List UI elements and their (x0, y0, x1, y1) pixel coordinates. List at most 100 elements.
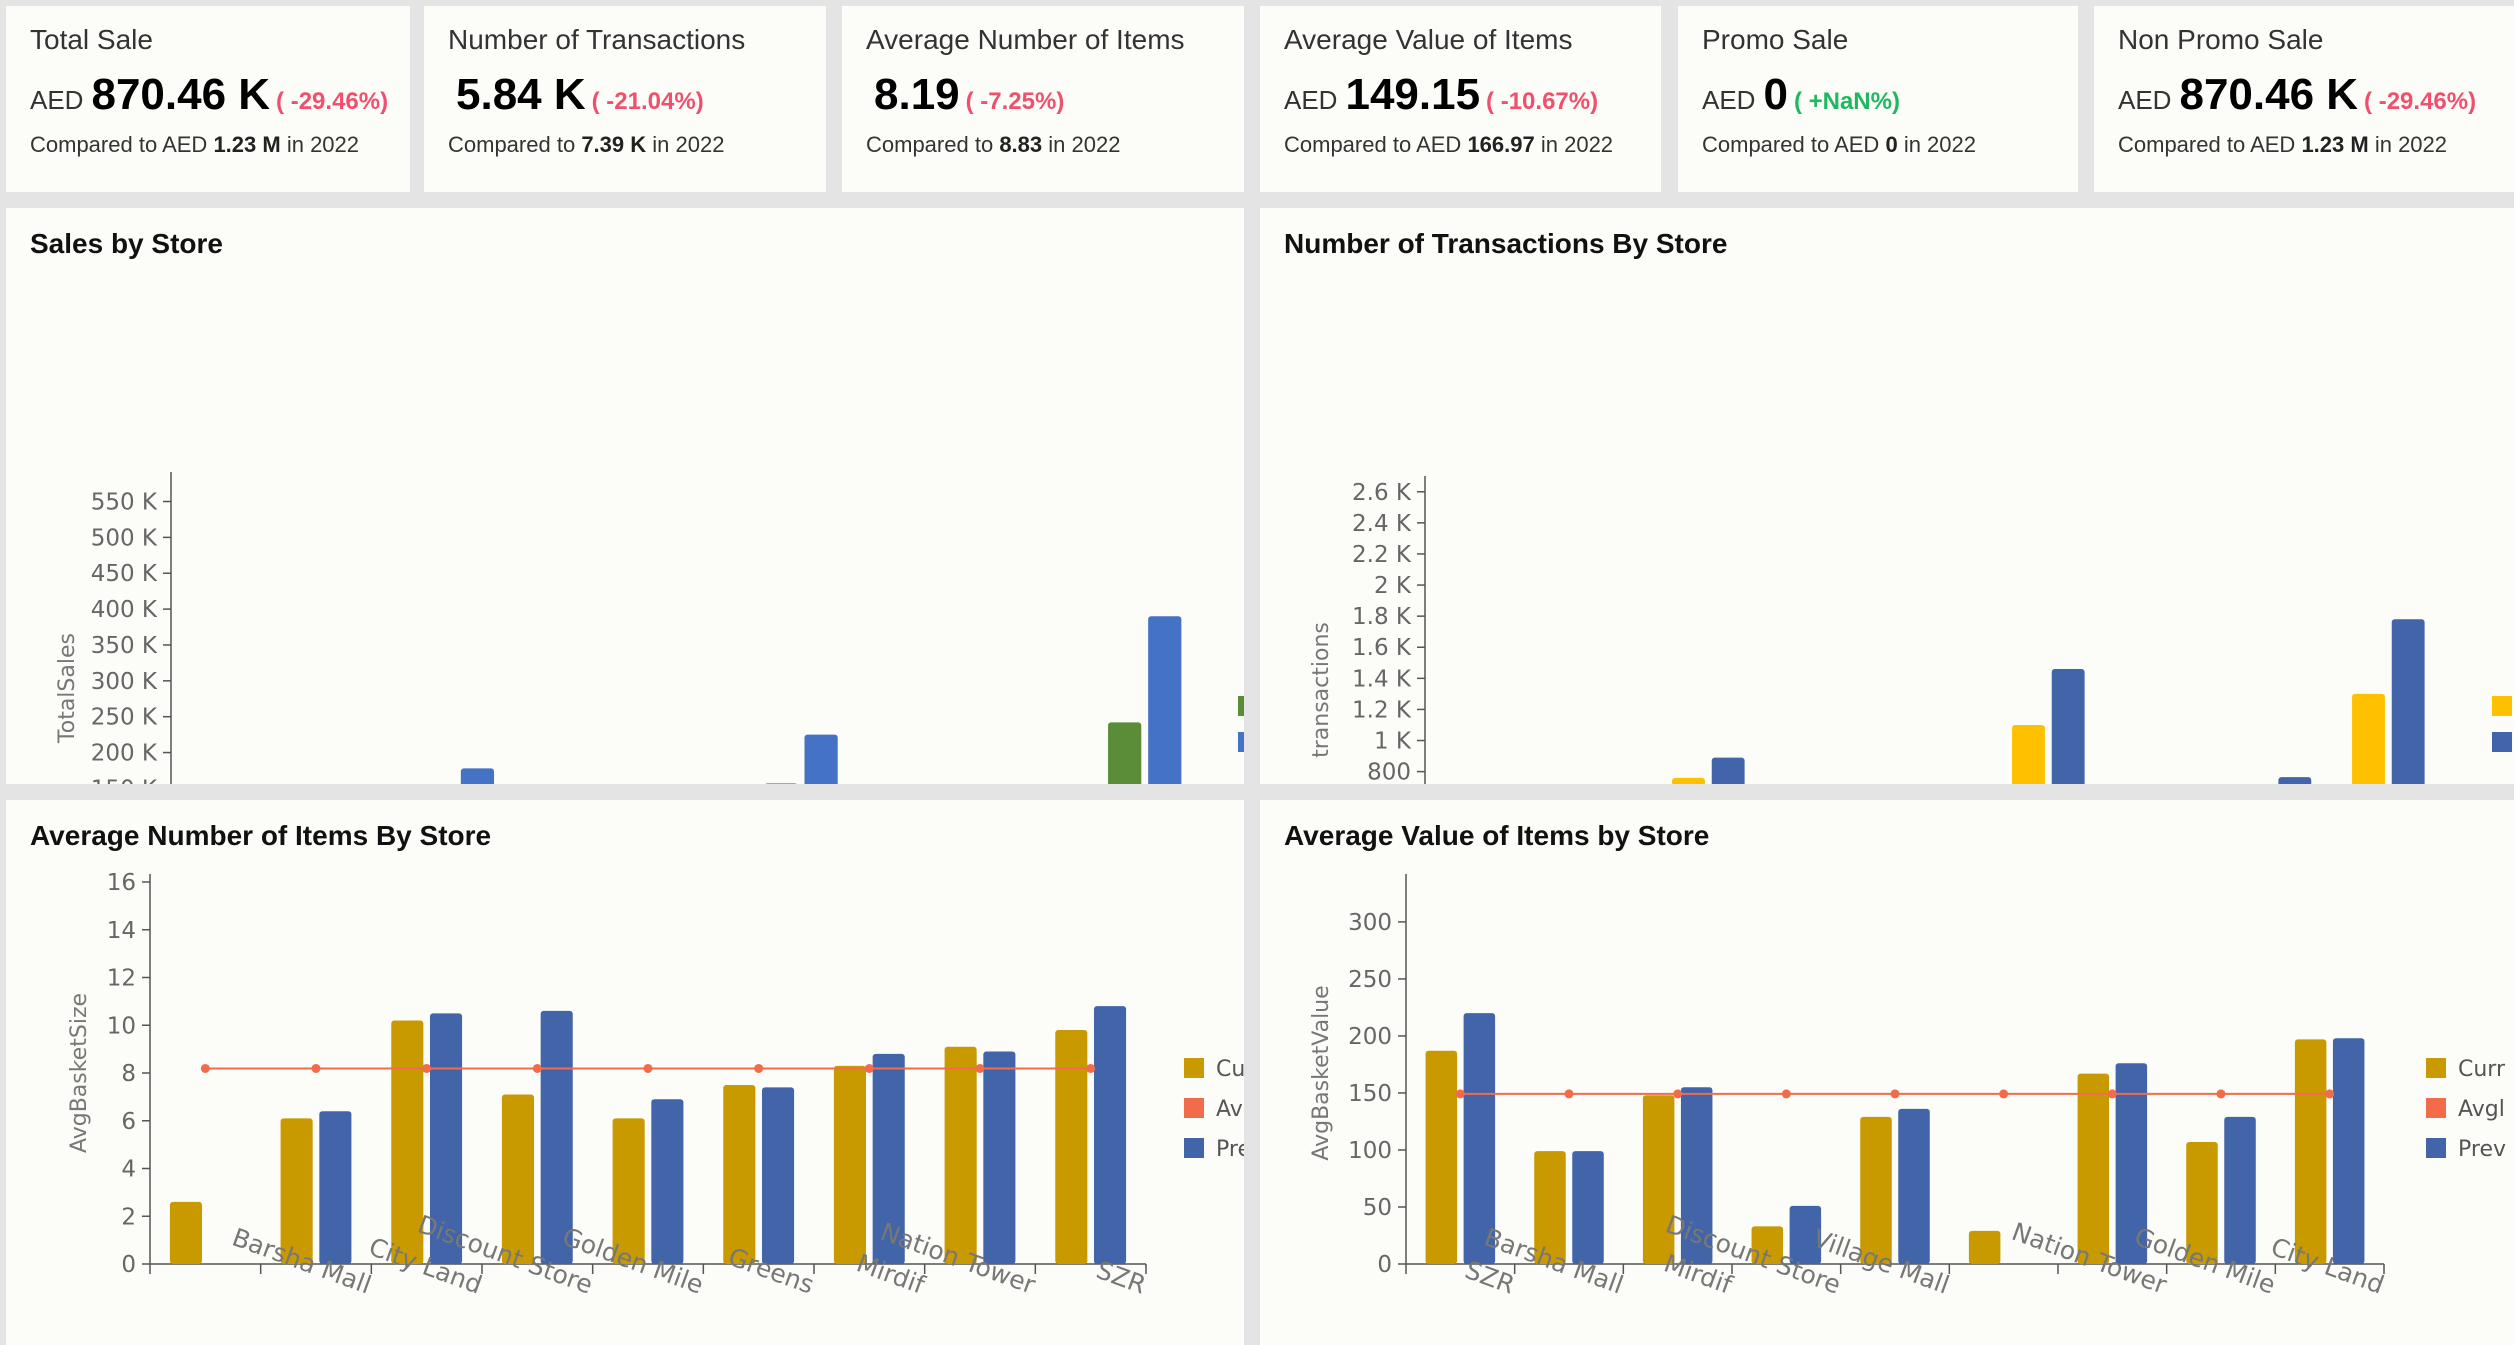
kpi-compare-year: in 2022 (286, 132, 360, 157)
bar-previous (1093, 1006, 1127, 1264)
kpi-card-non-promo-sale: Non Promo Sale AED 870.46 K( -29.46%) Compa… (2094, 6, 2514, 192)
y-tick-label: 150 K (91, 776, 158, 784)
average-point (532, 1063, 542, 1073)
bar-current (2352, 693, 2385, 784)
y-tick-label: 500 K (91, 525, 158, 551)
legend-swatch (1238, 732, 1244, 752)
y-axis-label: AvgBasketValue (1309, 985, 1334, 1160)
bar-previous (1711, 757, 1745, 784)
bar-current (1055, 1030, 1088, 1264)
legend-swatch (1238, 696, 1244, 716)
kpi-currency: AED (30, 85, 84, 115)
average-point (2325, 1089, 2335, 1099)
kpi-change: ( -29.46%) (2364, 88, 2477, 115)
y-tick-label: 300 K (91, 669, 158, 695)
bar-current (765, 783, 797, 784)
average-point (643, 1063, 653, 1073)
kpi-title: Promo Sale (1702, 24, 1849, 55)
bar-previous (761, 1087, 795, 1264)
kpi-compare-label: Compared to AED (1702, 132, 1880, 157)
x-tick-label: City Land (2267, 1232, 2388, 1300)
bar-current (2012, 724, 2045, 784)
kpi-compare-label: Compared to (866, 132, 994, 157)
average-point (754, 1063, 764, 1073)
y-tick-label: 2.6 K (1352, 480, 1412, 506)
x-tick-label: SZR (1093, 1255, 1150, 1299)
y-tick-label: 200 K (91, 741, 158, 767)
y-tick-label: 8 (121, 1061, 136, 1087)
average-point (1673, 1089, 1683, 1099)
y-tick-label: 2.4 K (1352, 511, 1412, 537)
y-tick-label: 100 (1348, 1138, 1392, 1164)
y-tick-label: 2 K (1374, 573, 1412, 599)
y-tick-label: 2 (121, 1204, 136, 1230)
kpi-compare-label: Compared to (448, 132, 576, 157)
y-tick-label: 10 (107, 1013, 136, 1039)
y-tick-label: 0 (121, 1252, 136, 1278)
average-point (975, 1063, 985, 1073)
kpi-currency: AED (1702, 85, 1756, 115)
bar-current (1108, 722, 1142, 784)
avg-items-by-store-chart: 0246810121416AvgBasketSizeBarsha MallCit… (67, 870, 1244, 1300)
y-tick-label: 12 (107, 966, 136, 992)
kpi-compare-value: 1.23 M (2301, 132, 2369, 157)
kpi-compare-value: 8.83 (999, 132, 1043, 157)
kpi-compare-label: Compared to AED (30, 132, 208, 157)
bar-previous (1572, 1151, 1604, 1264)
kpi-compare-value: 166.97 (1467, 132, 1535, 157)
bar-previous (460, 768, 495, 784)
average-point (1890, 1089, 1900, 1099)
legend-label: Avgl (2458, 1097, 2505, 1122)
y-axis-label: TotalSales (55, 633, 80, 744)
y-tick-label: 300 (1348, 910, 1392, 936)
kpi-card-transactions: Number of Transactions 5.84 K( -21.04%) Co… (424, 6, 826, 192)
legend-swatch (2492, 732, 2512, 752)
kpi-change: ( -21.04%) (591, 88, 704, 115)
legend-swatch (1184, 1058, 1204, 1078)
bar-previous (2278, 777, 2312, 784)
y-tick-label: 14 (107, 918, 136, 944)
transactions-by-store-chart: 02004006008001 K1.2 K1.4 K1.6 K1.8 K2 K2… (1309, 476, 2512, 784)
y-tick-label: 1.2 K (1352, 697, 1412, 723)
bar-current (723, 1084, 756, 1264)
average-point (864, 1063, 874, 1073)
sales-by-store-panel: Sales by Store 050 K100 K150 K200 K250 K… (6, 208, 1244, 784)
y-tick-label: 4 (121, 1157, 136, 1183)
legend-label: Av (1216, 1097, 1243, 1122)
kpi-value: 0 (1763, 70, 1788, 119)
average-point (1564, 1089, 1574, 1099)
bar-current (2077, 1073, 2110, 1264)
y-tick-label: 800 (1367, 760, 1411, 784)
y-tick-label: 6 (121, 1109, 136, 1135)
y-tick-label: 16 (107, 870, 136, 896)
kpi-compare-value: 0 (1885, 132, 1898, 157)
kpi-title: Average Number of Items (866, 24, 1185, 55)
kpi-value: 870.46 K (91, 70, 271, 119)
bar-previous (1148, 616, 1182, 784)
kpi-compare-value: 1.23 M (213, 132, 281, 157)
average-point (1781, 1089, 1791, 1099)
kpi-card-avg-items: Average Number of Items 8.19( -7.25%) Comp… (842, 6, 1244, 192)
bar-previous (2051, 669, 2085, 784)
y-tick-label: 1 K (1374, 729, 1412, 755)
kpi-value: 149.15 (1345, 70, 1481, 119)
legend-swatch (2426, 1138, 2446, 1158)
legend-swatch (1184, 1138, 1204, 1158)
legend-swatch (2426, 1058, 2446, 1078)
kpi-compare-value: 7.39 K (581, 132, 647, 157)
bar-current (169, 1201, 203, 1264)
y-axis-label: transactions (1309, 622, 1334, 758)
y-tick-label: 50 (1363, 1195, 1392, 1221)
sales-by-store-chart: 050 K100 K150 K200 K250 K300 K350 K400 K… (55, 472, 1244, 784)
average-point (1455, 1089, 1465, 1099)
bar-previous (1898, 1108, 1930, 1264)
average-point (1086, 1063, 1096, 1073)
kpi-title: Total Sale (30, 24, 153, 55)
y-tick-label: 250 (1348, 967, 1392, 993)
kpi-title: Non Promo Sale (2118, 24, 2324, 55)
average-point (1999, 1089, 2009, 1099)
legend-swatch (2426, 1098, 2446, 1118)
y-tick-label: 400 K (91, 597, 158, 623)
x-tick-label: SZR (1461, 1255, 1518, 1299)
kpi-card-total-sale: Total Sale AED 870.46 K( -29.46%) Compared … (6, 6, 410, 192)
